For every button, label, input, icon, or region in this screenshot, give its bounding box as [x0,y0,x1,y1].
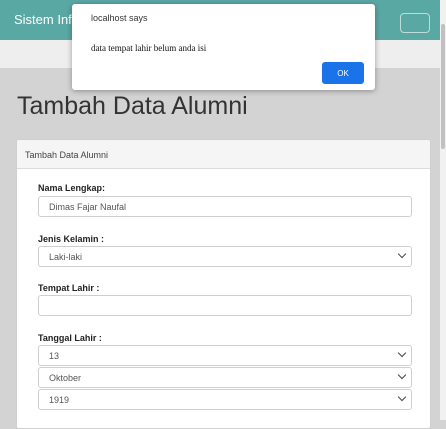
chevron-down-icon [397,348,407,358]
tanggal-lahir-label: Tanggal Lahir : [38,333,102,343]
tanggal-day-select[interactable]: 13 [38,345,412,366]
jenis-kelamin-select[interactable]: Laki-laki [38,246,412,267]
chevron-down-icon [397,392,407,402]
jenis-kelamin-label: Jenis Kelamin : [38,234,105,244]
tempat-lahir-input[interactable] [38,295,412,316]
dialog-title: localhost says [91,13,148,23]
nama-lengkap-label: Nama Lengkap: [38,183,106,193]
chevron-down-icon [397,249,407,259]
form-card: Tambah Data Alumni Nama Lengkap: Dimas F… [16,139,431,429]
navbar-toggle-button[interactable] [400,13,430,33]
tanggal-month-value: Oktober [49,373,82,383]
chevron-down-icon [397,370,407,380]
scrollbar-thumb[interactable] [441,24,445,149]
page-title: Tambah Data Alumni [17,92,248,120]
card-header: Tambah Data Alumni [17,140,430,169]
dialog-message: data tempat lahir belum anda isi [91,43,207,53]
tanggal-month-select[interactable]: Oktober [38,367,412,388]
nama-lengkap-input[interactable]: Dimas Fajar Naufal [38,196,412,217]
tanggal-year-select[interactable]: 1919 [38,389,412,410]
tempat-lahir-label: Tempat Lahir : [38,283,100,293]
jenis-kelamin-value: Laki-laki [49,252,83,262]
ok-button[interactable]: OK [322,62,364,84]
tanggal-year-value: 1919 [49,395,70,405]
alert-dialog: localhost says data tempat lahir belum a… [72,4,375,90]
page-scrollbar[interactable] [440,0,446,420]
tanggal-day-value: 13 [49,351,60,361]
